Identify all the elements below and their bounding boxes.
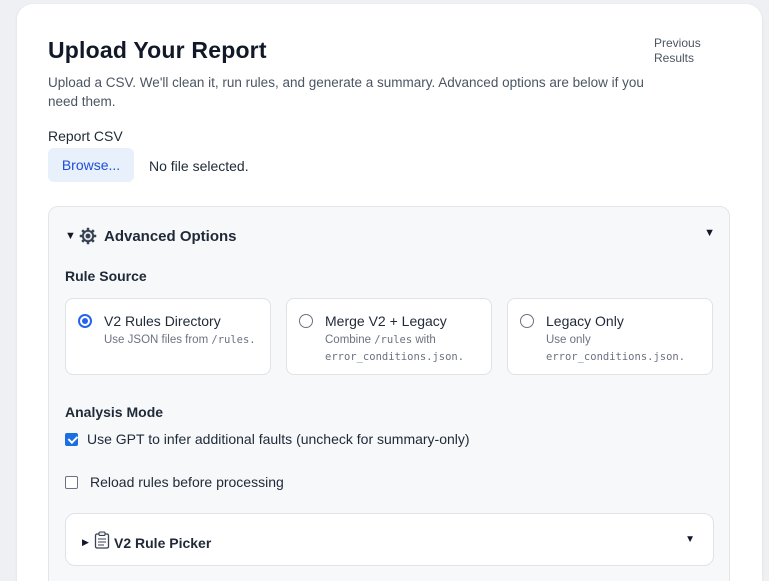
description-code: /rules	[374, 334, 413, 346]
radio-button[interactable]	[299, 314, 313, 328]
description-code: error_conditions.json.	[546, 351, 686, 363]
reload-rules-label: Reload rules before processing	[90, 474, 284, 490]
radio-option-v2-rules[interactable]: V2 Rules Directory Use JSON files from /…	[65, 298, 271, 375]
reload-rules-row[interactable]: Reload rules before processing	[65, 474, 284, 490]
radio-option-description: Use JSON files from /rules.	[104, 332, 264, 349]
radio-option-title: Merge V2 + Legacy	[325, 313, 447, 329]
radio-option-merge[interactable]: Merge V2 + Legacy Combine /rules with er…	[286, 298, 492, 375]
triangle-down-icon[interactable]: ▼	[685, 534, 695, 545]
reload-rules-checkbox[interactable]	[65, 475, 78, 489]
triangle-down-icon: ▼	[65, 230, 76, 242]
gpt-inference-checkbox[interactable]	[65, 432, 78, 446]
page-title: Upload Your Report	[48, 37, 267, 63]
browse-button[interactable]: Browse...	[48, 148, 134, 182]
triangle-right-icon: ▶	[82, 537, 89, 547]
description-code: error_conditions.json.	[325, 351, 465, 363]
report-csv-label: Report CSV	[48, 128, 123, 144]
description-text: Use JSON files from	[104, 334, 209, 346]
advanced-options-title: Advanced Options	[104, 227, 237, 245]
file-status-text: No file selected.	[149, 158, 249, 174]
clipboard-icon	[94, 531, 110, 554]
triangle-down-icon[interactable]: ▼	[704, 227, 715, 239]
v2-rule-picker-header[interactable]: ▶ V2 Rule Picker	[82, 531, 211, 554]
radio-option-legacy[interactable]: Legacy Only Use only error_conditions.js…	[507, 298, 713, 375]
description-code: /rules.	[211, 334, 256, 346]
v2-rule-picker-title: V2 Rule Picker	[114, 534, 212, 551]
v2-rule-picker[interactable]: ▶ V2 Rule Picker ▼	[65, 513, 714, 566]
radio-button[interactable]	[520, 314, 534, 328]
description-text: Use only	[546, 334, 591, 346]
upload-card: Upload Your Report Previous Results Uplo…	[17, 4, 762, 581]
analysis-mode-label: Analysis Mode	[65, 404, 164, 420]
advanced-options-toggle[interactable]: ▼ Advanced Options ▼	[65, 225, 715, 247]
description-text: with	[415, 334, 436, 346]
description-text: Combine	[325, 334, 372, 346]
gpt-inference-label: Use GPT to infer additional faults (unch…	[87, 431, 470, 447]
radio-option-description: Combine /rules with error_conditions.jso…	[325, 332, 485, 366]
gear-icon	[79, 227, 97, 245]
radio-option-description: Use only error_conditions.json.	[546, 332, 706, 366]
radio-button[interactable]	[78, 314, 92, 328]
radio-option-title: Legacy Only	[546, 313, 624, 329]
rule-source-label: Rule Source	[65, 268, 147, 284]
gpt-inference-row[interactable]: Use GPT to infer additional faults (unch…	[65, 431, 470, 447]
radio-option-title: V2 Rules Directory	[104, 313, 221, 329]
previous-results-link[interactable]: Previous Results	[654, 36, 724, 66]
page-subtitle: Upload a CSV. We'll clean it, run rules,…	[48, 75, 644, 109]
advanced-options-panel: ▼ Advanced Options ▼ Rule Source V2 Rule…	[48, 206, 730, 581]
